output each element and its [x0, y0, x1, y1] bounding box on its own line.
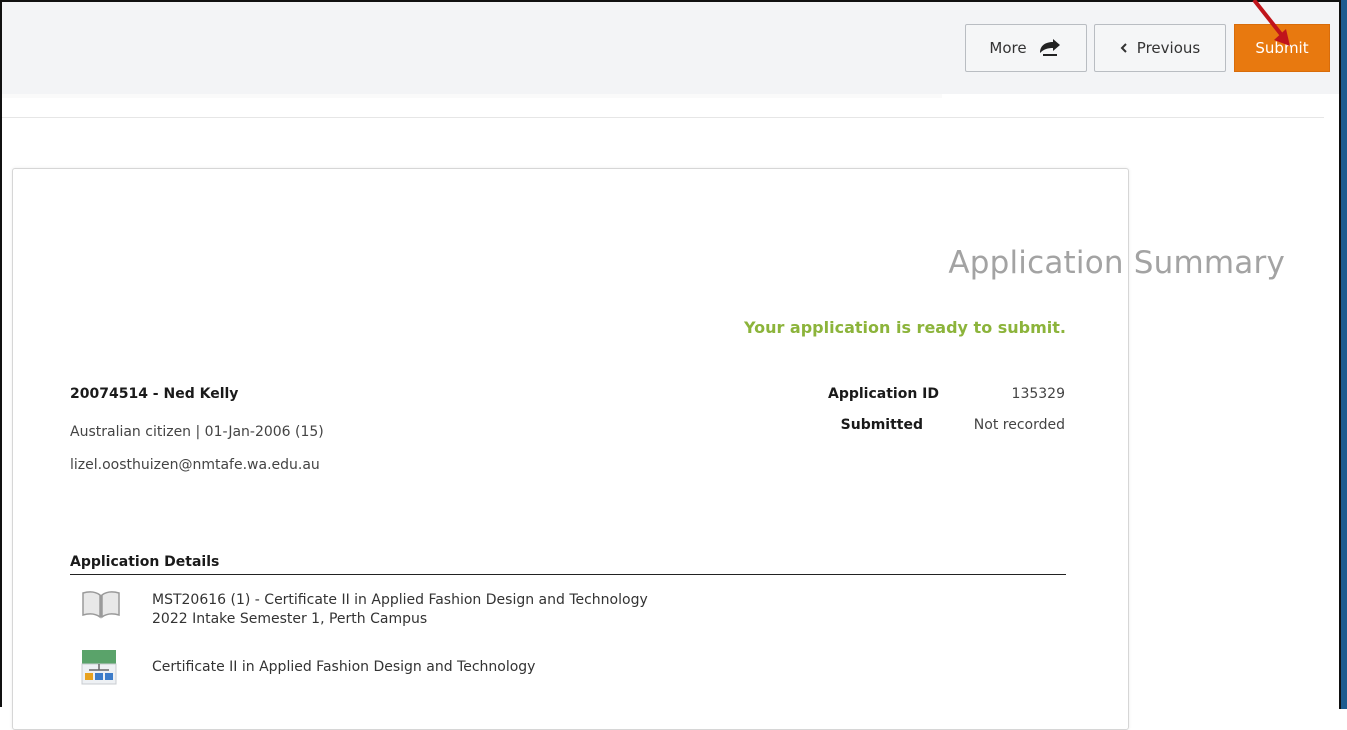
applicant-name: 20074514 - Ned Kelly: [70, 386, 239, 402]
more-button-label: More: [989, 39, 1027, 57]
more-button[interactable]: More: [965, 24, 1087, 72]
course-intake: 2022 Intake Semester 1, Perth Campus: [152, 611, 428, 627]
page-title: Application Summary: [948, 245, 1285, 281]
toolbar-shadow: [2, 94, 942, 98]
status-message: Your application is ready to submit.: [743, 318, 1066, 337]
course-title: MST20616 (1) - Certificate II in Applied…: [152, 592, 648, 608]
header-divider: [2, 117, 1324, 118]
list-item: MST20616 (1) - Certificate II in Applied…: [152, 591, 648, 629]
book-icon: [80, 589, 122, 625]
chevron-left-icon: [1120, 42, 1128, 54]
applicant-info: Australian citizen | 01-Jan-2006 (15): [70, 424, 324, 440]
submitted-label: Submitted: [840, 417, 923, 433]
section-divider: [70, 574, 1066, 575]
previous-button[interactable]: Previous: [1094, 24, 1226, 72]
pointer-arrow-icon: [1252, 0, 1290, 46]
qualification-icon: [80, 648, 122, 692]
application-details-heading: Application Details: [70, 554, 220, 570]
list-item: Certificate II in Applied Fashion Design…: [152, 658, 535, 677]
application-id-value: 135329: [1011, 386, 1065, 402]
application-id-label: Application ID: [827, 386, 939, 402]
window-scroll-edge: [1341, 0, 1347, 709]
previous-button-label: Previous: [1136, 39, 1201, 57]
qualification-title: Certificate II in Applied Fashion Design…: [152, 659, 536, 675]
applicant-email: lizel.oosthuizen@nmtafe.wa.edu.au: [70, 457, 320, 473]
submitted-value: Not recorded: [973, 417, 1065, 433]
redirect-arrow-icon: [1037, 38, 1063, 58]
